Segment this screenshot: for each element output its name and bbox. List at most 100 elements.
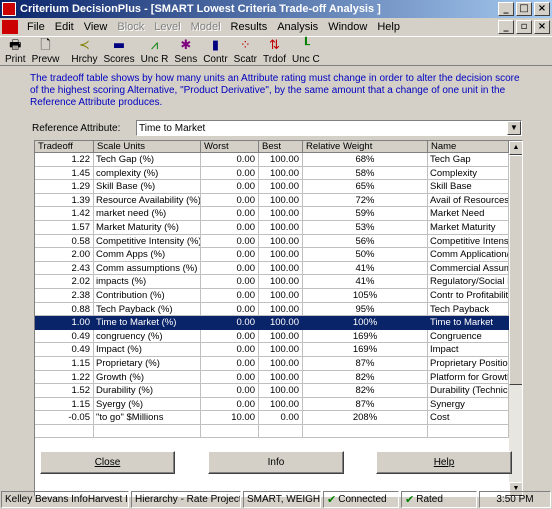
table-row[interactable]: -0.05 "to go" $Millions 10.00 0.00 208% Cost — [35, 411, 509, 425]
table-cell: Durability (Technical and Ma — [428, 384, 509, 398]
table-cell: 87% — [303, 356, 428, 371]
menu-view[interactable]: View — [79, 18, 113, 36]
vertical-scrollbar[interactable]: ▲ ▼ — [509, 141, 522, 496]
table-cell: Competitive Intensity — [428, 234, 509, 249]
table-cell: 0.00 — [201, 166, 259, 181]
table-cell: 0.00 — [201, 343, 259, 357]
column-header[interactable]: Name — [428, 141, 509, 153]
table-row[interactable]: 1.52 Durability (%) 0.00 100.00 82% Durabilit… — [35, 384, 509, 398]
child-close-button[interactable]: × — [534, 20, 550, 34]
table-cell: Contr to Profitability — [428, 288, 509, 303]
table-row[interactable]: 1.00 Time to Market (%) 0.00 100.00 100% Time… — [35, 316, 509, 330]
table-row[interactable]: 1.57 Market Maturity (%) 0.00 100.00 53% Mark… — [35, 220, 509, 235]
toolbar-unc-r-button[interactable]: ⩘ Unc R — [138, 37, 172, 65]
document-icon[interactable] — [2, 20, 18, 34]
table-cell: 56% — [303, 234, 428, 249]
table-cell: 0.00 — [201, 275, 259, 289]
toolbar-label: Trdof — [263, 54, 286, 65]
toolbar-sens-button[interactable]: ✱ Sens — [171, 37, 200, 65]
table-cell — [201, 424, 259, 439]
table-cell: 0.00 — [201, 397, 259, 412]
table-row[interactable]: 1.39 Resource Availability (%) 0.00 100.00 7… — [35, 193, 509, 208]
help-button[interactable]: Help — [376, 451, 512, 474]
title-bar[interactable]: Criterium DecisionPlus - [SMART Lowest C… — [0, 0, 552, 18]
toolbar-scatr-button[interactable]: ⁘ Scatr — [231, 37, 260, 65]
table-cell: 0.00 — [201, 261, 259, 276]
app-icon[interactable] — [2, 2, 16, 16]
status-connected: ✔ Connected — [323, 490, 399, 508]
menu-bar: File Edit View Block Level Model Results Analys… — [0, 18, 552, 36]
table-row[interactable]: 0.49 Impact (%) 0.00 100.00 169% Impact — [35, 343, 509, 357]
menu-file[interactable]: File — [22, 18, 50, 36]
table-cell: Congruence — [428, 329, 509, 344]
toolbar-contr-button[interactable]: ▮ Contr — [200, 37, 230, 65]
table-cell: 0.58 — [35, 234, 94, 249]
table-row[interactable]: 1.29 Skill Base (%) 0.00 100.00 65% Skill Bas… — [35, 180, 509, 194]
table-cell: Time to Market — [428, 316, 509, 330]
column-header[interactable]: Scale Units — [94, 141, 201, 153]
scroll-thumb[interactable] — [509, 155, 522, 385]
column-header[interactable]: Worst — [201, 141, 259, 153]
table-row[interactable]: 0.49 congruency (%) 0.00 100.00 169% Congruen… — [35, 329, 509, 344]
table-cell: 2.43 — [35, 261, 94, 276]
toolbar-prevw-button[interactable]: 🗋 Prevw — [29, 37, 63, 65]
table-row[interactable]: 2.43 Comm assumptions (%) 0.00 100.00 41% Com… — [35, 261, 509, 276]
table-row[interactable]: 1.22 Tech Gap (%) 0.00 100.00 68% Tech Gap — [35, 153, 509, 167]
table-cell: 1.15 — [35, 356, 94, 371]
table-row[interactable]: 1.15 Syergy (%) 0.00 100.00 87% Synergy — [35, 397, 509, 412]
toolbar-unc-c-button[interactable]: ┖ Unc C — [289, 37, 323, 65]
table-cell: Market Need — [428, 207, 509, 221]
child-restore-button[interactable]: ▫ — [516, 20, 532, 34]
toolbar-trdof-button[interactable]: ⇅ Trdof — [260, 37, 289, 65]
menu-analysis[interactable]: Analysis — [272, 18, 323, 36]
table-row[interactable]: 2.38 Contribution (%) 0.00 100.00 105% Contr … — [35, 288, 509, 303]
menu-help[interactable]: Help — [372, 18, 405, 36]
table-row[interactable]: 1.22 Growth (%) 0.00 100.00 82% Platform for … — [35, 370, 509, 385]
child-minimize-button[interactable]: _ — [498, 20, 514, 34]
table-cell: Proprietary Position — [428, 356, 509, 371]
table-row[interactable]: 2.02 impacts (%) 0.00 100.00 41% Regulatory/S… — [35, 275, 509, 289]
table-cell: 100.00 — [259, 261, 303, 276]
table-cell: Resource Availability (%) — [94, 193, 201, 208]
toolbar-hrchy-button[interactable]: ≺ Hrchy — [68, 37, 100, 65]
dropdown-arrow-icon[interactable]: ▼ — [507, 121, 521, 135]
maximize-button[interactable]: □ — [516, 2, 532, 16]
table-row[interactable]: 0.88 Tech Payback (%) 0.00 100.00 95% Tech Pa… — [35, 302, 509, 317]
column-header[interactable]: Tradeoff — [35, 141, 94, 153]
preview-icon: 🗋 — [40, 38, 51, 53]
table-row[interactable]: 1.15 Proprietary (%) 0.00 100.00 87% Propriet… — [35, 356, 509, 371]
column-header[interactable]: Relative Weight — [303, 141, 428, 153]
minimize-button[interactable]: _ — [498, 2, 514, 16]
close-button[interactable]: Close — [40, 451, 175, 474]
table-cell: congruency (%) — [94, 329, 201, 344]
table-cell: 0.00 — [201, 248, 259, 262]
table-cell: 100.00 — [259, 288, 303, 303]
table-row[interactable]: 1.42 market need (%) 0.00 100.00 59% Market N… — [35, 207, 509, 221]
toolbar-label: Scores — [103, 54, 135, 65]
table-row[interactable]: 2.00 Comm Apps (%) 0.00 100.00 50% Comm Appli… — [35, 248, 509, 262]
menu-results[interactable]: Results — [226, 18, 273, 36]
table-row[interactable]: 1.45 complexity (%) 0.00 100.00 58% Complexit… — [35, 166, 509, 181]
table-row[interactable]: 0.58 Competitive Intensity (%) 0.00 100.00 5… — [35, 234, 509, 249]
table-cell: 0.00 — [201, 220, 259, 235]
info-button[interactable]: Info — [208, 451, 344, 474]
menu-level: Level — [154, 21, 181, 33]
table-cell: 1.39 — [35, 193, 94, 208]
close-window-button[interactable]: × — [534, 2, 550, 16]
scroll-up-icon[interactable]: ▲ — [509, 141, 522, 155]
table-cell: 1.57 — [35, 220, 94, 235]
toolbar-label: Unc R — [140, 54, 169, 65]
toolbar-scores-button[interactable]: ▬ Scores — [100, 37, 137, 65]
table-cell: 1.42 — [35, 207, 94, 221]
reference-attribute-select[interactable]: Time to Market ▼ — [136, 120, 522, 136]
table-cell: 100.00 — [259, 248, 303, 262]
column-header[interactable]: Best — [259, 141, 303, 153]
table-cell: 100.00 — [259, 329, 303, 344]
menu-window[interactable]: Window — [323, 18, 372, 36]
menu-edit[interactable]: Edit — [50, 18, 79, 36]
table-cell: 1.22 — [35, 153, 94, 167]
table-row[interactable] — [35, 424, 509, 439]
table-cell: 0.00 — [201, 302, 259, 317]
table-cell: Skill Base — [428, 180, 509, 194]
toolbar-print-button[interactable]: 🖶 Print — [2, 37, 29, 65]
